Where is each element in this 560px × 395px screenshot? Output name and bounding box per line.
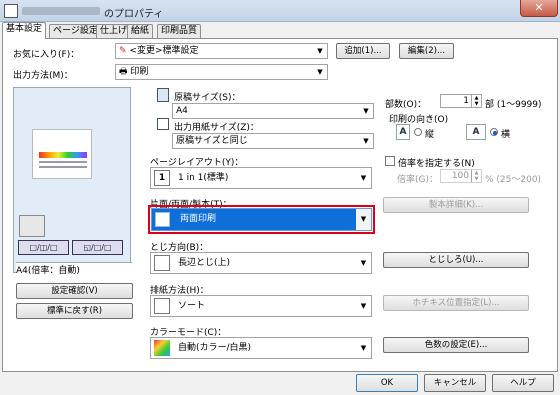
color-settings-button[interactable]: 色数の設定(E)... [383, 337, 529, 353]
preview-line [39, 166, 87, 168]
favorites-select[interactable]: ✎ <変更>標準設定 ▼ [115, 43, 328, 59]
cancel-button[interactable]: キャンセル [424, 374, 486, 392]
page-layout-value: 1 in 1(標準) [178, 173, 229, 183]
copies-spinner[interactable]: 1 ▲ ▼ [440, 94, 482, 108]
chevron-down-icon: ▼ [363, 107, 369, 115]
landscape-icon: A [466, 124, 486, 140]
printer-app-icon [4, 4, 18, 18]
binding-select[interactable]: 長辺とじ(上) ▼ [150, 252, 372, 274]
edit-favorite-button[interactable]: 編集(2)... [399, 43, 454, 59]
copies-range: 部 (1〜9999) [485, 100, 542, 110]
portrait-label: 縦 [425, 130, 435, 140]
booklet-detail-button[interactable]: 製本詳細(K)... [383, 197, 529, 213]
preview-status: A4(倍率：自動) [16, 262, 132, 276]
preview-page-image [32, 129, 92, 179]
color-mode-icon [154, 340, 170, 356]
copies-label: 部数(O)： [385, 100, 427, 110]
original-size-icon [157, 88, 169, 102]
window-title: のプロパティ [104, 9, 164, 20]
original-size-label: 原稿サイズ(S)： [174, 93, 241, 103]
chevron-down-icon: ▼ [363, 137, 369, 145]
tab-print-quality[interactable]: 印刷品質 [157, 24, 202, 38]
tab-basic-settings[interactable]: 基本設定 [2, 22, 47, 39]
chevron-down-icon: ▼ [317, 47, 323, 55]
printer-icon: 🖶 [119, 67, 128, 77]
pencil-icon: ✎ [119, 46, 127, 56]
spinner-arrows-icon[interactable]: ▲ ▼ [471, 170, 481, 182]
output-paper-size-value: 原稿サイズと同じ [176, 136, 248, 146]
output-tray-value: ソート [178, 301, 206, 311]
sort-icon [154, 298, 170, 314]
chevron-down-icon: ▼ [317, 68, 323, 76]
chevron-down-icon: ▼ [360, 302, 367, 310]
preview-line [39, 161, 87, 163]
spinner-arrows-icon[interactable]: ▲ ▼ [471, 95, 481, 107]
chevron-down-icon: ▼ [360, 259, 367, 267]
binding-value: 長辺とじ(上) [178, 258, 231, 268]
title-bar: のプロパティ ✕ [0, 0, 560, 22]
portrait-radio[interactable] [414, 128, 422, 136]
preview-layout-button-1[interactable]: □/◫/□ [18, 240, 69, 255]
restore-defaults-button[interactable]: 標準に戻す(R) [16, 303, 133, 319]
scale-value: 100 [451, 171, 469, 181]
output-paper-size-select[interactable]: 原稿サイズと同じ ▼ [172, 133, 374, 149]
confirm-settings-button[interactable]: 設定確認(V) [16, 283, 133, 299]
output-method-select[interactable]: 🖶 印刷 ▼ [115, 64, 328, 80]
output-method-label: 出力方法(M)： [13, 71, 73, 81]
add-favorite-button[interactable]: 追加(1)... [336, 43, 390, 59]
output-paper-icon [157, 118, 169, 130]
printer-name-blurred [22, 7, 100, 15]
original-size-select[interactable]: A4 ▼ [172, 103, 374, 119]
duplex-icon [155, 212, 170, 227]
scale-checkbox[interactable] [385, 156, 395, 166]
preview-color-bar [39, 152, 87, 158]
output-paper-size-label: 出力用紙サイズ(Z)： [174, 123, 259, 133]
original-size-value: A4 [176, 106, 188, 116]
printer-device-icon [19, 215, 45, 237]
favorites-label: お気に入り(F)： [13, 50, 80, 60]
tab-finishing[interactable]: 仕上げ [96, 24, 132, 38]
help-button[interactable]: ヘルプ [492, 374, 554, 392]
landscape-label: 横 [501, 130, 511, 140]
page-layout-select[interactable]: 1 1 in 1(標準) ▼ [150, 167, 372, 189]
tab-paper-source[interactable]: 給紙 [127, 24, 154, 38]
scale-checkbox-label: 倍率を指定する(N) [398, 159, 475, 169]
chevron-down-icon: ▼ [356, 209, 371, 230]
binding-margin-button[interactable]: とじしろ(U)... [383, 252, 529, 268]
copies-value: 1 [463, 96, 469, 106]
duplex-select[interactable]: 両面印刷 ▼ [151, 208, 372, 231]
output-method-value: 印刷 [130, 67, 149, 77]
binding-icon [154, 255, 170, 271]
close-button[interactable]: ✕ [520, 0, 558, 17]
chevron-down-icon: ▼ [360, 174, 367, 182]
staple-position-button[interactable]: ホチキス位置指定(L)... [383, 295, 529, 311]
scale-range: % (25〜200) [485, 175, 542, 185]
favorites-value: <変更>標準設定 [129, 46, 199, 56]
scale-rate-label: 倍率(G)： [397, 175, 438, 185]
landscape-radio[interactable] [490, 128, 498, 136]
duplex-value: 両面印刷 [180, 214, 217, 224]
ok-button[interactable]: OK [356, 374, 418, 392]
preview-layout-button-2[interactable]: ◱/□/□ [72, 240, 123, 255]
tab-page-settings[interactable]: ページ設定 [49, 24, 102, 38]
page-layout-badge: 1 [154, 170, 170, 186]
output-tray-select[interactable]: ソート ▼ [150, 295, 372, 317]
portrait-icon: A [396, 124, 410, 140]
scale-spinner[interactable]: 100 ▲ ▼ [440, 169, 482, 183]
color-mode-select[interactable]: 自動(カラー/白黒) ▼ [150, 337, 372, 359]
chevron-down-icon: ▼ [360, 344, 367, 352]
color-mode-value: 自動(カラー/白黒) [178, 343, 252, 353]
